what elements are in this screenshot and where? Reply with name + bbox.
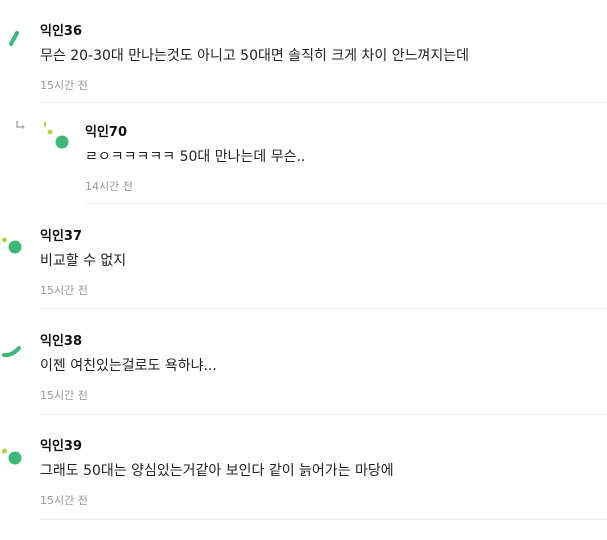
green-dots-icon: [0, 234, 26, 260]
comment-time: 15시간 전: [40, 284, 88, 297]
comment-time: 15시간 전: [40, 494, 88, 507]
reply-arrow-icon: [15, 120, 27, 132]
green-arc-icon: [0, 337, 26, 363]
comment-item: 익인37 비교할 수 없지 15시간 전: [0, 204, 607, 309]
comment-text: ㄹㅇㅋㅋㅋㅋㅋ 50대 만나는데 무슨..: [85, 149, 306, 165]
comment-author[interactable]: 익인38: [40, 330, 82, 349]
comment-text: 이젠 여친있는걸로도 욕하냐...: [40, 358, 217, 374]
comment-time: 14시간 전: [85, 180, 133, 193]
comment-time: 15시간 전: [40, 389, 88, 402]
comment-divider: [40, 519, 607, 520]
comment-author[interactable]: 익인39: [40, 435, 82, 454]
comment-author[interactable]: 익인37: [40, 225, 82, 244]
comment-text: 비교할 수 없지: [40, 253, 127, 269]
green-dots-icon: [42, 120, 72, 150]
comment-text: 무슨 20-30대 만나는것도 아니고 50대면 솔직히 크게 차이 안느껴지는…: [40, 48, 469, 64]
comment-item: 익인38 이젠 여친있는걸로도 욕하냐... 15시간 전: [0, 309, 607, 415]
green-slash-icon: [2, 28, 28, 54]
green-dots-icon: [0, 445, 26, 471]
comment-item: 익인39 그래도 50대는 양심있는거같아 보인다 같이 늙어가는 마당에 15…: [0, 415, 607, 521]
comment-time: 15시간 전: [40, 79, 88, 92]
reply-comment-item: 익인70 ㄹㅇㅋㅋㅋㅋㅋ 50대 만나는데 무슨.. 14시간 전: [0, 103, 607, 204]
comment-author[interactable]: 익인36: [40, 20, 82, 39]
comment-text: 그래도 50대는 양심있는거같아 보인다 같이 늙어가는 마당에: [40, 463, 394, 479]
comment-author[interactable]: 익인70: [85, 121, 127, 140]
comment-item: 익인36 무슨 20-30대 만나는것도 아니고 50대면 솔직히 크게 차이 …: [0, 0, 607, 103]
